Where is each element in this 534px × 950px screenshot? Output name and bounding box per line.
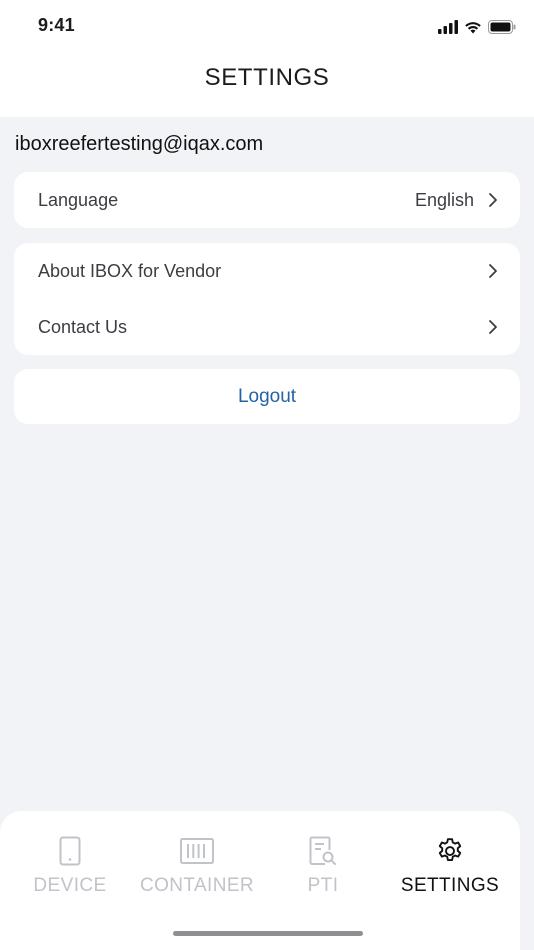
language-row[interactable]: Language English (14, 172, 520, 228)
language-value: English (414, 189, 474, 210)
top-bar: 9:41 SETTINGS (0, 0, 534, 117)
phone-icon (59, 836, 81, 866)
tab-settings[interactable]: SETTINGS (386, 835, 514, 897)
report-search-icon (309, 836, 336, 865)
logout-button[interactable]: Logout (14, 369, 520, 424)
about-row[interactable]: About IBOX for Vendor (14, 243, 520, 299)
chevron-right-icon (489, 320, 497, 334)
gear-icon (438, 838, 462, 861)
tab-pti[interactable]: PTI (259, 835, 387, 897)
tab-pti-label: PTI (307, 875, 339, 896)
status-time: 9:41 (38, 15, 75, 35)
home-indicator[interactable] (173, 931, 363, 936)
battery-icon (488, 20, 516, 34)
wifi-icon (465, 22, 481, 34)
chevron-right-icon (489, 193, 497, 207)
tab-device[interactable]: DEVICE (6, 835, 134, 897)
tab-container-label: CONTAINER (139, 875, 255, 896)
language-label: Language (38, 189, 119, 210)
info-card: About IBOX for Vendor Contact Us (14, 243, 520, 355)
tab-container[interactable]: CONTAINER (133, 835, 261, 897)
status-icons (438, 18, 516, 36)
tab-device-label: DEVICE (33, 875, 107, 896)
signal-icon (438, 20, 458, 34)
contact-label: Contact Us (38, 316, 128, 337)
page-title: SETTINGS (204, 64, 330, 91)
account-email: iboxreefertesting@iqax.com (15, 133, 264, 155)
bottom-tab-bar: DEVICE CONTAINER PTI SETTINGS (0, 811, 520, 950)
tab-settings-label: SETTINGS (400, 875, 500, 896)
about-label: About IBOX for Vendor (38, 260, 222, 281)
settings-screen: 9:41 SETTINGS iboxreefertesting@iqax.com (0, 0, 534, 950)
language-card: Language English (14, 172, 520, 228)
chevron-right-icon (489, 264, 497, 278)
contact-row[interactable]: Contact Us (14, 299, 520, 355)
container-icon (180, 838, 214, 864)
